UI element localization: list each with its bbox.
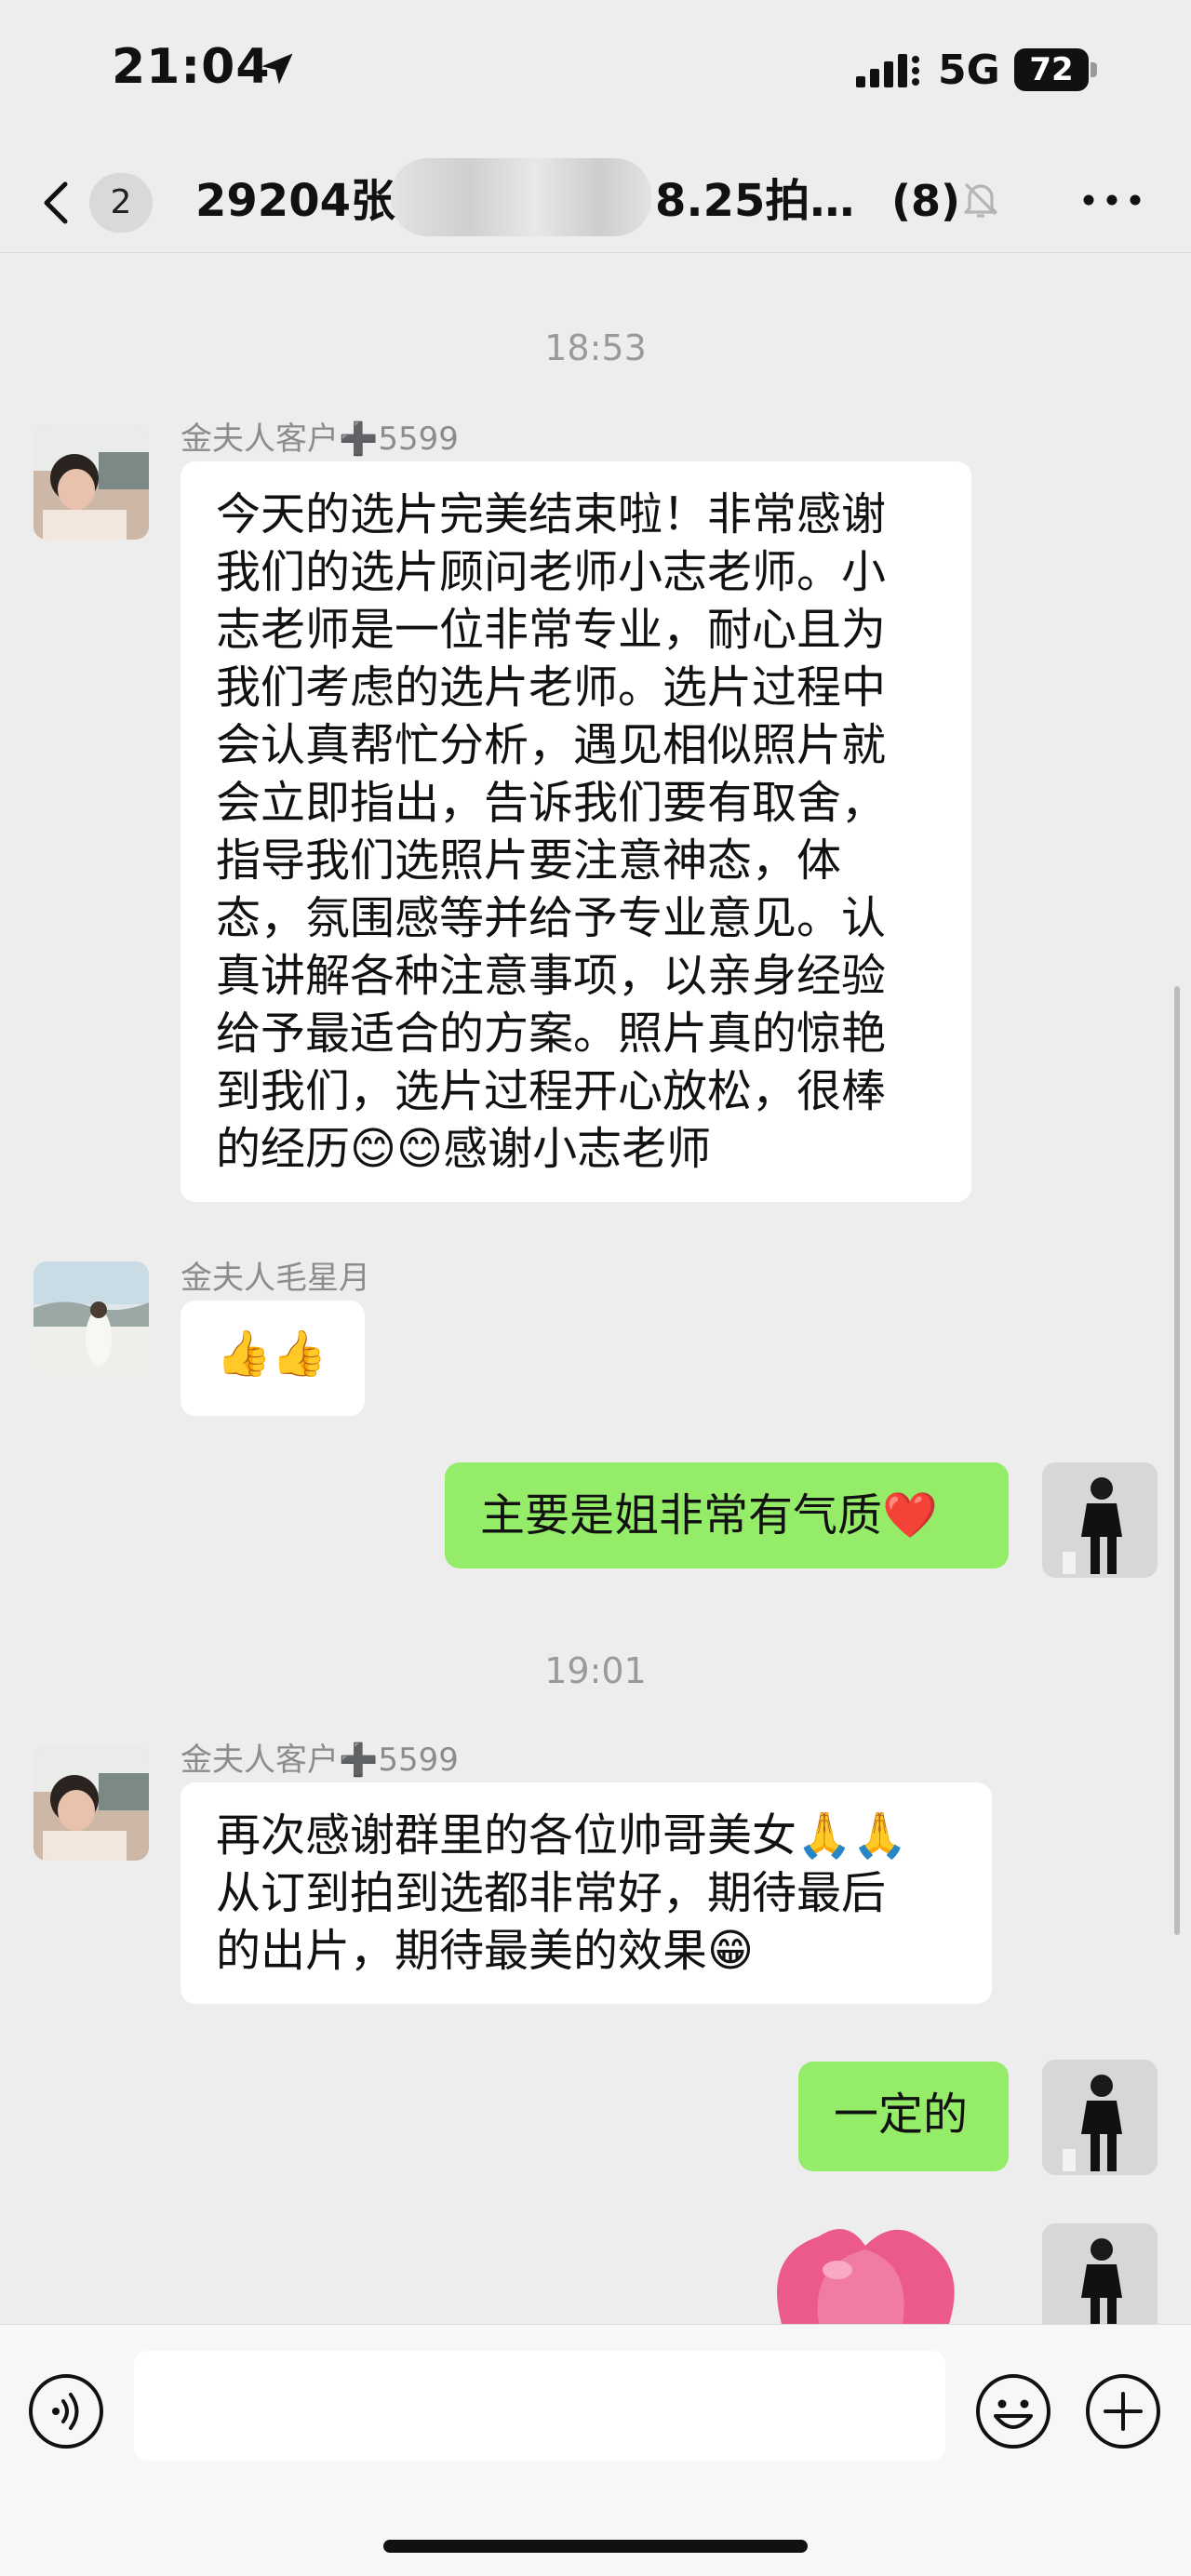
message-text: 再次感谢群里的各位帅哥美女🙏🙏 从订到拍到选都非常好，期待最后 的出片，期待最美… [216,1809,908,1977]
unread-badge: 2 [89,173,153,233]
battery-level: 72 [1029,51,1074,88]
tulip-sticker[interactable] [763,2218,968,2324]
chat-title-prefix: 29204张 [195,175,395,227]
chat-title-suffix: 8.25拍… [655,175,855,227]
status-bar: 21:04 5G 72 [0,0,1191,149]
timestamp: 18:53 [544,327,647,368]
home-indicator[interactable] [383,2540,808,2553]
smiley-icon[interactable] [973,2371,1053,2451]
avatar[interactable] [33,424,149,540]
back-button[interactable]: 2 [28,164,158,238]
message-text: 主要是姐非常有气质❤️ [480,1489,938,1542]
voice-icon[interactable] [26,2371,106,2451]
chevron-left-icon [44,181,68,224]
my-avatar[interactable] [1042,2223,1158,2339]
message-text: 👍👍 [216,1328,328,1380]
battery-icon: 72 [1014,48,1098,91]
message-bubble[interactable]: 👍👍 [181,1301,365,1416]
sender-name: 金夫人客户➕5599 [181,1742,459,1779]
scrollbar[interactable] [1174,986,1180,1935]
message-input[interactable] [134,2351,945,2461]
plus-circle-icon[interactable] [1083,2371,1163,2451]
timestamp: 19:01 [544,1650,647,1691]
chat-screen: 21:04 5G 72 2 29204张 8.25拍… (8) 18:53 金夫… [0,0,1191,2576]
sender-name: 金夫人客户➕5599 [181,420,459,458]
my-avatar[interactable] [1042,1462,1158,1578]
avatar[interactable] [33,1745,149,1861]
sender-name: 金夫人毛星月 [181,1260,370,1297]
more-dots-icon[interactable] [1079,177,1144,223]
message-text: 今天的选片完美结束啦！非常感谢 我们的选片顾问老师小志老师。小 志老师是一位非常… [216,488,887,1175]
status-time: 21:04 [112,39,271,95]
message-text: 一定的 [834,2089,969,2141]
message-bubble[interactable]: 今天的选片完美结束啦！非常感谢 我们的选片顾问老师小志老师。小 志老师是一位非常… [181,461,971,1202]
signal-icon [856,54,919,87]
my-avatar[interactable] [1042,2060,1158,2175]
message-bubble-outgoing[interactable]: 主要是姐非常有气质❤️ [445,1462,1009,1568]
redacted-blur [391,158,651,236]
member-count: (8) [891,176,961,226]
network-label: 5G [938,47,1000,94]
chat-header: 2 29204张 8.25拍… (8) [0,149,1191,253]
input-bar [0,2324,1191,2576]
avatar[interactable] [33,1261,149,1377]
location-arrow-icon [261,53,293,85]
bell-off-icon [964,182,997,218]
message-bubble-outgoing[interactable]: 一定的 [798,2062,1009,2171]
message-bubble[interactable]: 再次感谢群里的各位帅哥美女🙏🙏 从订到拍到选都非常好，期待最后 的出片，期待最美… [181,1782,992,2004]
